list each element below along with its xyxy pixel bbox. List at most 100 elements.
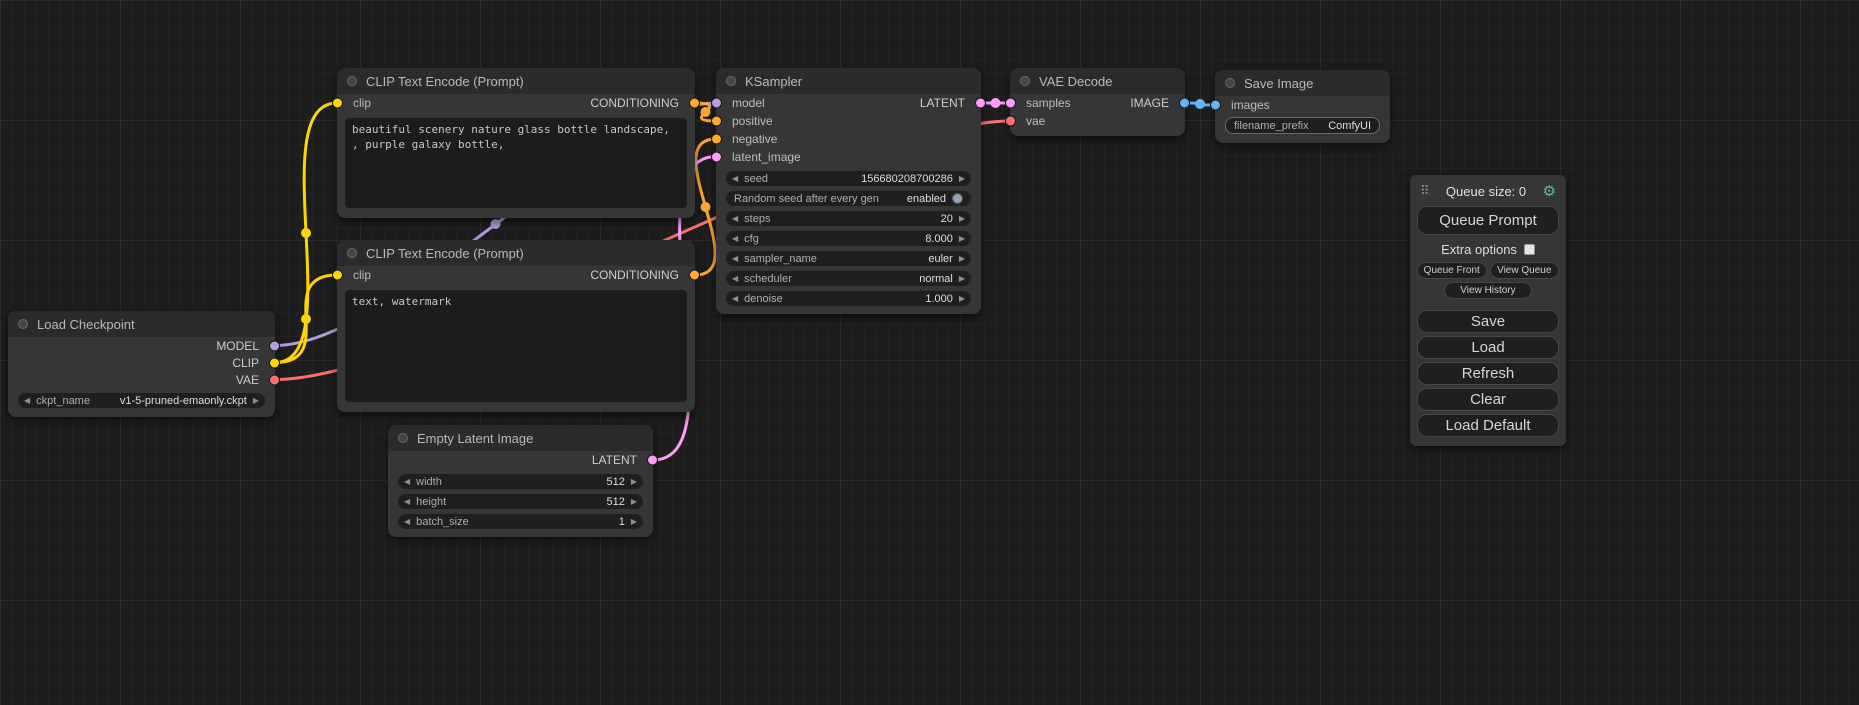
refresh-button[interactable]: Refresh	[1417, 362, 1559, 385]
collapse-dot-icon[interactable]	[347, 76, 357, 86]
collapse-dot-icon[interactable]	[1225, 78, 1235, 88]
load-default-button[interactable]: Load Default	[1417, 414, 1559, 437]
slot-row-samples: samples IMAGE	[1010, 94, 1185, 112]
decrement-arrow-icon[interactable]: ◀	[398, 498, 416, 506]
output-slot-latent[interactable]	[648, 456, 657, 465]
node-title-bar[interactable]: Empty Latent Image	[388, 425, 653, 451]
decrement-arrow-icon[interactable]: ◀	[726, 235, 744, 243]
collapse-dot-icon[interactable]	[18, 319, 28, 329]
collapse-dot-icon[interactable]	[398, 433, 408, 443]
increment-arrow-icon[interactable]: ▶	[953, 215, 971, 223]
node-clip-text-encode-negative[interactable]: CLIP Text Encode (Prompt) clip CONDITION…	[337, 240, 695, 412]
node-ksampler[interactable]: KSampler model LATENT positive negative …	[716, 68, 981, 314]
node-title: Save Image	[1244, 76, 1313, 91]
increment-arrow-icon[interactable]: ▶	[625, 478, 643, 486]
queue-front-button[interactable]: Queue Front	[1417, 262, 1487, 279]
node-title-bar[interactable]: Save Image	[1215, 70, 1390, 96]
clear-button[interactable]: Clear	[1417, 388, 1559, 411]
batch-size-widget[interactable]: ◀ batch_size 1 ▶	[398, 514, 643, 529]
width-widget[interactable]: ◀ width 512 ▶	[398, 474, 643, 489]
node-title-bar[interactable]: Load Checkpoint	[8, 311, 275, 337]
increment-arrow-icon[interactable]: ▶	[247, 397, 265, 405]
filename-prefix-widget[interactable]: filename_prefix ComfyUI	[1225, 117, 1380, 134]
output-slot-conditioning[interactable]	[690, 271, 699, 280]
widget-value: 512	[606, 476, 624, 488]
widget-value: v1-5-pruned-emaonly.ckpt	[120, 395, 247, 407]
increment-arrow-icon[interactable]: ▶	[953, 255, 971, 263]
decrement-arrow-icon[interactable]: ◀	[18, 397, 36, 405]
output-row-latent: LATENT	[388, 451, 653, 469]
node-title-bar[interactable]: CLIP Text Encode (Prompt)	[337, 68, 695, 94]
input-label-positive: positive	[732, 114, 773, 128]
collapse-dot-icon[interactable]	[726, 76, 736, 86]
input-slot-model[interactable]	[712, 99, 721, 108]
node-title-bar[interactable]: KSampler	[716, 68, 981, 94]
input-slot-positive[interactable]	[712, 117, 721, 126]
output-slot-model[interactable]	[270, 341, 279, 350]
scheduler-widget[interactable]: ◀ scheduler normal ▶	[726, 271, 971, 286]
node-save-image[interactable]: Save Image images filename_prefix ComfyU…	[1215, 70, 1390, 143]
collapse-dot-icon[interactable]	[347, 248, 357, 258]
node-title-bar[interactable]: VAE Decode	[1010, 68, 1185, 94]
decrement-arrow-icon[interactable]: ◀	[726, 295, 744, 303]
decrement-arrow-icon[interactable]: ◀	[726, 215, 744, 223]
input-slot-samples[interactable]	[1006, 99, 1015, 108]
queue-prompt-button[interactable]: Queue Prompt	[1417, 206, 1559, 235]
widget-value: ComfyUI	[1328, 120, 1371, 132]
output-slot-latent[interactable]	[976, 99, 985, 108]
positive-prompt-textarea[interactable]: beautiful scenery nature glass bottle la…	[345, 118, 687, 208]
denoise-widget[interactable]: ◀ denoise 1.000 ▶	[726, 291, 971, 306]
increment-arrow-icon[interactable]: ▶	[953, 275, 971, 283]
output-slot-clip[interactable]	[270, 358, 279, 367]
random-seed-toggle-widget[interactable]: Random seed after every gen enabled	[726, 191, 971, 206]
sampler-name-widget[interactable]: ◀ sampler_name euler ▶	[726, 251, 971, 266]
output-slot-conditioning[interactable]	[690, 99, 699, 108]
widget-value: 20	[941, 213, 953, 225]
output-slot-vae[interactable]	[270, 375, 279, 384]
decrement-arrow-icon[interactable]: ◀	[726, 175, 744, 183]
widget-label: width	[416, 476, 442, 488]
node-clip-text-encode-positive[interactable]: CLIP Text Encode (Prompt) clip CONDITION…	[337, 68, 695, 218]
save-button[interactable]: Save	[1417, 310, 1559, 333]
node-vae-decode[interactable]: VAE Decode samples IMAGE vae	[1010, 68, 1185, 136]
increment-arrow-icon[interactable]: ▶	[953, 235, 971, 243]
negative-prompt-textarea[interactable]: text, watermark	[345, 290, 687, 402]
slot-row-images: images	[1215, 96, 1390, 114]
decrement-arrow-icon[interactable]: ◀	[398, 478, 416, 486]
increment-arrow-icon[interactable]: ▶	[625, 498, 643, 506]
node-load-checkpoint[interactable]: Load Checkpoint MODEL CLIP VAE ◀ ckpt_na…	[8, 311, 275, 417]
input-slot-clip[interactable]	[333, 99, 342, 108]
node-title-bar[interactable]: CLIP Text Encode (Prompt)	[337, 240, 695, 266]
node-canvas[interactable]: Load Checkpoint MODEL CLIP VAE ◀ ckpt_na…	[0, 0, 1859, 705]
cfg-widget[interactable]: ◀ cfg 8.000 ▶	[726, 231, 971, 246]
node-empty-latent-image[interactable]: Empty Latent Image LATENT ◀ width 512 ▶ …	[388, 425, 653, 537]
extra-options-checkbox[interactable]	[1524, 244, 1535, 255]
seed-widget[interactable]: ◀ seed 156680208700286 ▶	[726, 171, 971, 186]
output-label-conditioning: CONDITIONING	[590, 96, 679, 110]
input-slot-negative[interactable]	[712, 135, 721, 144]
ckpt-name-widget[interactable]: ◀ ckpt_name v1-5-pruned-emaonly.ckpt ▶	[18, 393, 265, 408]
input-slot-vae[interactable]	[1006, 117, 1015, 126]
increment-arrow-icon[interactable]: ▶	[953, 175, 971, 183]
increment-arrow-icon[interactable]: ▶	[953, 295, 971, 303]
slot-row: clip CONDITIONING	[337, 94, 695, 112]
increment-arrow-icon[interactable]: ▶	[625, 518, 643, 526]
input-slot-clip[interactable]	[333, 271, 342, 280]
widget-value: euler	[928, 253, 952, 265]
load-button[interactable]: Load	[1417, 336, 1559, 359]
decrement-arrow-icon[interactable]: ◀	[398, 518, 416, 526]
widget-value: normal	[919, 273, 953, 285]
input-slot-latent-image[interactable]	[712, 153, 721, 162]
settings-gear-icon[interactable]: ⚙	[1543, 182, 1556, 200]
decrement-arrow-icon[interactable]: ◀	[726, 275, 744, 283]
toggle-knob-icon[interactable]	[952, 193, 963, 204]
height-widget[interactable]: ◀ height 512 ▶	[398, 494, 643, 509]
steps-widget[interactable]: ◀ steps 20 ▶	[726, 211, 971, 226]
view-history-button[interactable]: View History	[1444, 282, 1532, 299]
output-slot-image[interactable]	[1180, 99, 1189, 108]
collapse-dot-icon[interactable]	[1020, 76, 1030, 86]
menu-drag-handle-icon[interactable]: ⠿	[1420, 184, 1430, 199]
decrement-arrow-icon[interactable]: ◀	[726, 255, 744, 263]
input-slot-images[interactable]	[1211, 101, 1220, 110]
view-queue-button[interactable]: View Queue	[1490, 262, 1560, 279]
